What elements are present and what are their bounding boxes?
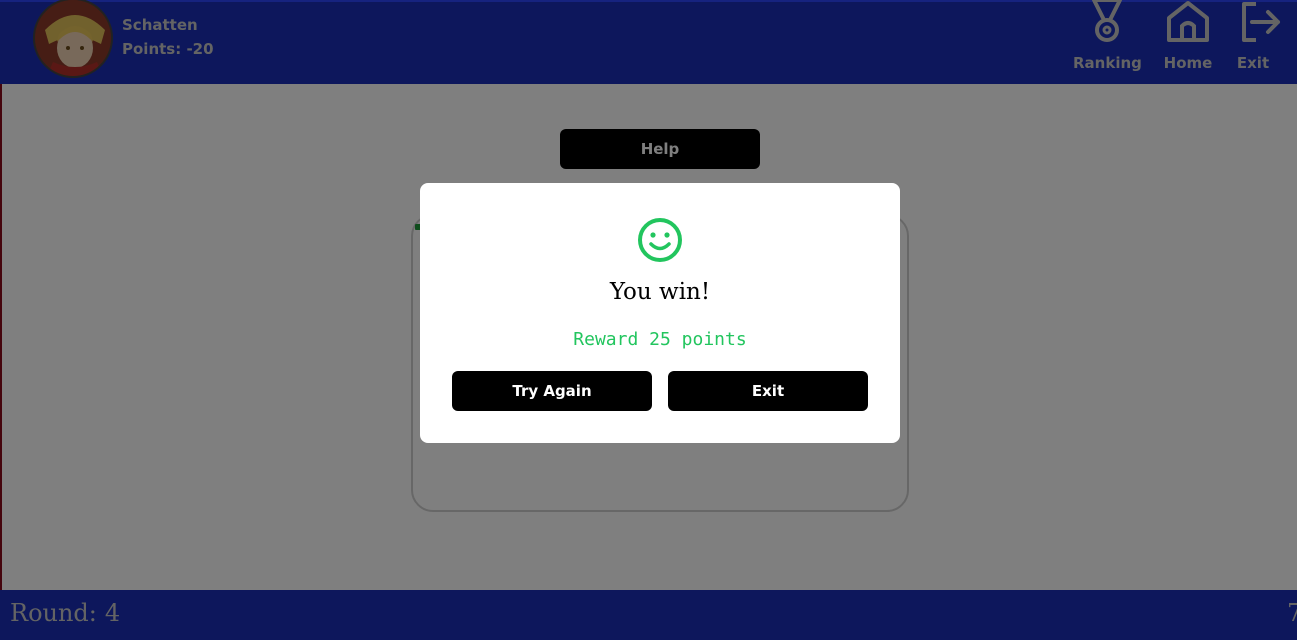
smile-icon: [638, 218, 682, 262]
try-again-button[interactable]: Try Again: [452, 371, 652, 411]
exit-button[interactable]: Exit: [668, 371, 868, 411]
reward-text: Reward 25 points: [573, 329, 747, 350]
result-modal: You win! Reward 25 points Try Again Exit: [420, 183, 900, 443]
result-title: You win!: [609, 279, 711, 305]
